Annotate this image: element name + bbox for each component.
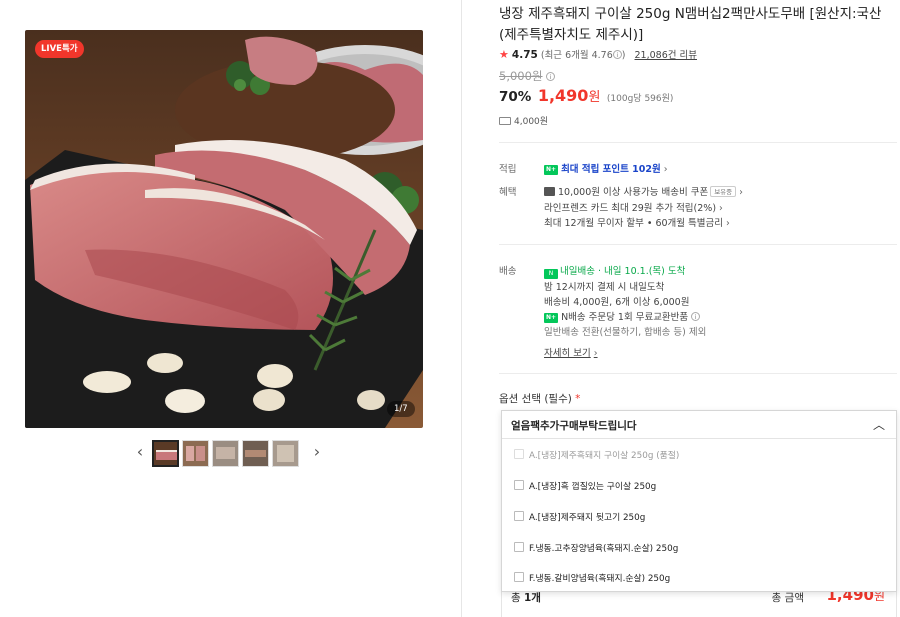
delivery-label: 배송 <box>499 266 517 277</box>
chevron-left-icon[interactable]: ‹ <box>133 439 147 467</box>
chevron-right-icon: › <box>726 218 730 229</box>
total-qty-label: 총 <box>511 592 524 604</box>
divider <box>499 373 897 374</box>
sale-price: 1,490 <box>537 86 589 105</box>
chevron-right-icon[interactable]: › <box>310 439 324 467</box>
option-item[interactable]: A.[냉장]제주흑돼지 구이살 250g (품절) <box>502 440 896 470</box>
arrival-date: · 내일 10.1.(목) 도착 <box>598 266 686 277</box>
installment-text: 최대 12개월 무이자 할부 • 60개월 특별금리 <box>544 218 723 229</box>
thumbnail-item[interactable] <box>182 439 209 467</box>
rating-recent-close: ) <box>621 50 626 61</box>
total-qty-value: 1개 <box>524 592 541 604</box>
column-divider <box>461 0 462 617</box>
delivery-detail-link[interactable]: 자세히 보기 › <box>544 345 598 359</box>
rating-row: ★ 4.75 (최근 6개월 4.76 i) 21,086건 리뷰 <box>499 47 697 61</box>
option-item-text: F.냉동.갈비양념육(흑돼지.순살) 250g <box>529 574 671 584</box>
option-item-text: A.[냉장]제주흑돼지 구이살 250g (품절) <box>529 451 680 461</box>
thumbnail-item[interactable] <box>152 439 179 467</box>
review-count-link[interactable]: 21,086건 리뷰 <box>635 50 697 61</box>
checkbox-icon <box>514 449 524 459</box>
option-item-text: A.[냉장]제주돼지 뒷고기 250g <box>529 513 646 523</box>
star-icon: ★ <box>499 48 509 61</box>
thumbnail-item[interactable] <box>272 439 299 467</box>
delivery-cutoff: 밤 12시까지 결제 시 내일도착 <box>544 282 665 293</box>
info-icon[interactable]: i <box>612 50 622 59</box>
coupon-row[interactable]: 10,000원 이상 사용가능 배송비 쿠폰 보유중 › <box>544 184 743 198</box>
checkbox-icon <box>514 572 524 582</box>
option-item[interactable]: A.[냉장]제주돼지 뒷고기 250g <box>502 502 896 532</box>
product-main-image[interactable] <box>25 30 423 428</box>
option-item[interactable]: F.냉동.갈비양념육(흑돼지.순살) 250g <box>502 563 896 593</box>
product-title: 냉장 제주흑돼지 구이살 250g N맴버십2팩만사도무배 [원산지:국산(제주… <box>499 6 882 43</box>
npay-membership-icon: N+ <box>544 165 559 175</box>
delivery-arrival-row: N 내일배송 · 내일 10.1.(목) 도착 <box>544 263 685 279</box>
option-item-text: F.냉동.고추장양념육(흑돼지.순살) 250g <box>529 544 679 554</box>
price-row: 70% 1,490원 (100g당 596원) <box>499 86 673 105</box>
shipping-fee: 4,000원 <box>499 114 548 127</box>
points-row[interactable]: N+ 최대 적립 포인트 102원 › <box>544 161 668 175</box>
option-label: 옵션 선택 (필수) * <box>499 391 580 406</box>
chevron-right-icon: › <box>719 203 723 214</box>
original-price-value: 5,000원 <box>499 69 543 83</box>
thumbnail-item[interactable] <box>212 439 239 467</box>
checkbox-icon <box>514 511 524 521</box>
benefit-label: 혜택 <box>499 187 517 198</box>
chevron-right-icon: › <box>593 348 598 359</box>
option-label-text: 옵션 선택 (필수) <box>499 393 572 405</box>
shipping-fee-value: 4,000원 <box>514 117 549 127</box>
option-item-text: A.[냉장]흑 껍질있는 구이살 250g <box>529 482 657 492</box>
npay-delivery-row: N+ N배송 주문당 1회 무료교환반품 i <box>544 309 701 323</box>
thumbnail-item[interactable] <box>242 439 269 467</box>
live-deal-badge: LIVE특가 <box>35 40 84 58</box>
divider <box>499 142 897 143</box>
chevron-up-icon[interactable]: ︿ <box>873 416 885 433</box>
card-benefit-text: 라인프렌즈 카드 최대 29원 추가 적립(2%) <box>544 203 717 214</box>
coupon-text: 10,000원 이상 사용가능 배송비 쿠폰 <box>558 187 709 198</box>
discount-rate: 70% <box>499 89 532 105</box>
option-dropdown-header[interactable]: 얼음팩추가구매부탁드립니다 ︿ <box>502 411 896 439</box>
unit-price: (100g당 596원) <box>606 94 674 104</box>
info-icon[interactable]: i <box>691 312 701 321</box>
coupon-icon <box>544 187 555 196</box>
installment-row[interactable]: 최대 12개월 무이자 할부 • 60개월 특별금리 › <box>544 215 730 229</box>
delivery-fee: 배송비 4,000원, 6개 이상 6,000원 <box>544 297 690 308</box>
option-item[interactable]: A.[냉장]흑 껍질있는 구이살 250g <box>502 471 896 501</box>
divider <box>499 244 897 245</box>
card-benefit-row[interactable]: 라인프렌즈 카드 최대 29원 추가 적립(2%) › <box>544 200 723 214</box>
chevron-right-icon: › <box>663 164 668 175</box>
delivery-exclude: 일반배송 전환(선물하기, 합배송 등) 제외 <box>544 327 707 338</box>
thumbnail-strip: ‹ › <box>133 439 324 467</box>
option-item[interactable]: F.냉동.고추장양념육(흑돼지.순살) 250g <box>502 533 896 563</box>
required-mark: * <box>575 393 581 405</box>
tomorrow-delivery-icon: N <box>544 269 558 279</box>
original-price: 5,000원 i <box>499 68 556 84</box>
chevron-right-icon: › <box>739 187 743 198</box>
info-icon[interactable]: i <box>546 72 556 81</box>
image-counter: 1/7 <box>387 401 415 417</box>
option-dropdown[interactable]: 얼음팩추가구매부탁드립니다 ︿ A.[냉장]제주흑돼지 구이살 250g (품절… <box>501 410 897 592</box>
rating-recent: (최근 6개월 4.76 <box>540 50 613 61</box>
truck-icon <box>499 117 511 125</box>
points-link[interactable]: 최대 적립 포인트 102원 <box>561 164 661 175</box>
points-label: 적립 <box>499 164 517 175</box>
checkbox-icon <box>514 480 524 490</box>
tomorrow-delivery-text: 내일배송 <box>560 266 595 277</box>
npay-membership-icon: N+ <box>544 313 559 323</box>
checkbox-icon <box>514 542 524 552</box>
option-dropdown-title: 얼음팩추가구매부탁드립니다 <box>511 420 637 432</box>
rating-score: 4.75 <box>511 49 538 61</box>
delivery-detail-text: 자세히 보기 <box>544 348 591 359</box>
npay-delivery-text: N배송 주문당 1회 무료교환반품 <box>561 312 689 323</box>
coupon-owned-badge: 보유중 <box>710 186 737 197</box>
price-unit: 원 <box>588 90 601 105</box>
